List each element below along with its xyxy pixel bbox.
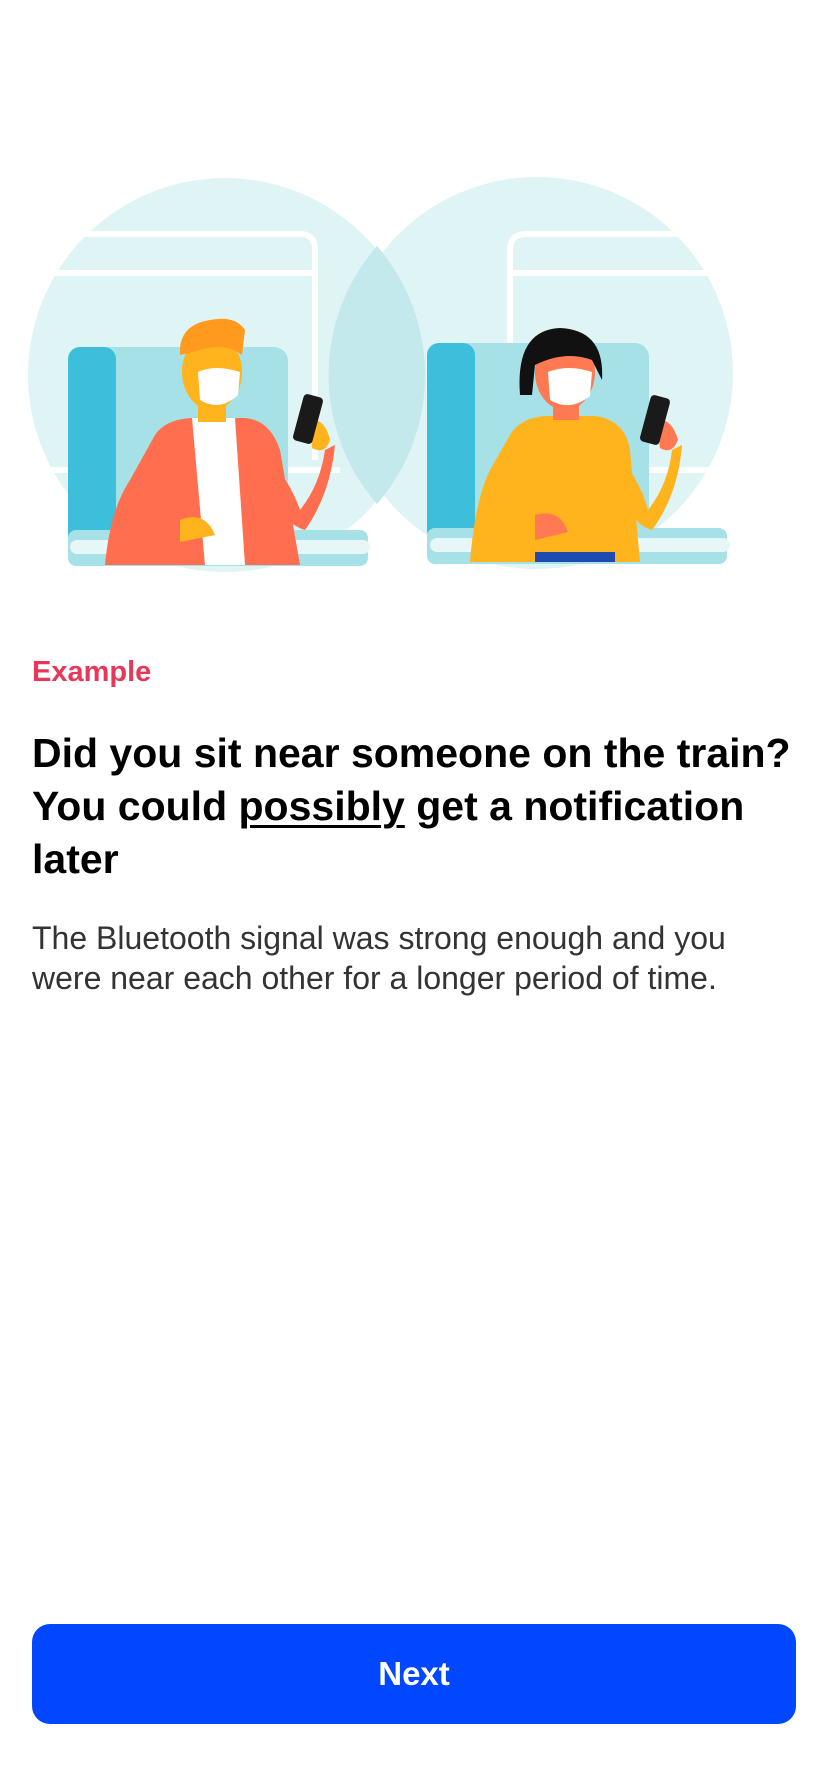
title-emphasis: possibly — [238, 783, 405, 829]
example-label: Example — [32, 656, 152, 688]
body-text: The Bluetooth signal was strong enough a… — [32, 920, 726, 996]
woman-trousers — [535, 552, 615, 562]
page-title: Did you sit near someone on the train? Y… — [32, 727, 796, 886]
right-seat-side — [427, 343, 475, 543]
next-button[interactable]: Next — [32, 1624, 796, 1724]
left-seat-side — [68, 347, 116, 547]
train-passengers-illustration — [28, 177, 735, 572]
